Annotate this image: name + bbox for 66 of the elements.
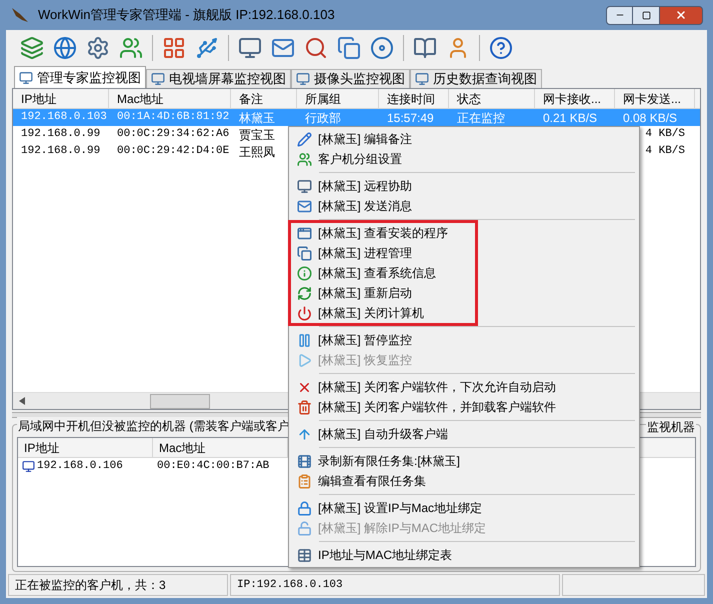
menu-item[interactable]: [林黛玉] 自动升级客户端: [291, 424, 639, 444]
menu-item[interactable]: 录制新有限任务集:[林黛玉]: [291, 451, 639, 471]
column-header[interactable]: 网卡发送...: [615, 89, 695, 108]
globe-icon[interactable]: [51, 34, 79, 62]
menu-item[interactable]: 客户机分组设置: [291, 149, 639, 169]
menu-item[interactable]: [林黛玉] 关闭客户端软件，下次允许自动启动: [291, 377, 639, 397]
menu-item[interactable]: [林黛玉] 重新启动: [291, 283, 475, 303]
status-text: 正在被监控的客户机，共：3: [8, 574, 228, 596]
menu-item[interactable]: [林黛玉] 发送消息: [291, 196, 639, 216]
lock-icon: [297, 500, 312, 516]
column-header[interactable]: IP地址: [18, 438, 153, 457]
column-header[interactable]: 所属组: [297, 89, 379, 108]
column-header[interactable]: 状态: [449, 89, 535, 108]
users-icon: [297, 152, 312, 166]
close-icon: [675, 9, 687, 21]
view-tab[interactable]: 历史数据查询视图: [410, 69, 542, 88]
help-icon[interactable]: [487, 34, 515, 62]
menu-item[interactable]: [林黛玉] 远程协助: [291, 176, 639, 196]
film-icon: [297, 454, 312, 468]
column-header[interactable]: 备注: [231, 89, 297, 108]
view-tab[interactable]: 管理专家监控视图: [14, 66, 146, 88]
close-button[interactable]: [659, 6, 703, 24]
column-header[interactable]: Mac地址: [109, 89, 231, 108]
refresh-icon: [297, 286, 312, 300]
column-header[interactable]: 连接时间: [379, 89, 449, 108]
menu-item[interactable]: [林黛玉] 暂停监控: [291, 330, 639, 350]
monitor-icon: [296, 72, 310, 86]
view-tab[interactable]: 电视墙屏幕监控视图: [146, 69, 291, 88]
view-tab[interactable]: 摄像头监控视图: [291, 69, 410, 88]
minimize-button[interactable]: [606, 6, 633, 24]
unlock-icon: [297, 520, 312, 536]
column-header[interactable]: IP地址: [13, 89, 109, 108]
menu-item[interactable]: [林黛玉] 设置IP与Mac地址绑定: [291, 498, 639, 518]
menu-item[interactable]: [林黛玉] 查看系统信息: [291, 263, 475, 283]
maximize-button[interactable]: [633, 6, 659, 24]
clipboard-icon: [297, 474, 312, 488]
menu-item[interactable]: [林黛玉] 关闭客户端软件，并卸载客户端软件: [291, 397, 639, 417]
column-header[interactable]: 网卡接收...: [535, 89, 615, 108]
table-cell: 192.168.0.106: [18, 458, 153, 475]
menu-item[interactable]: IP地址与MAC地址绑定表: [291, 545, 639, 565]
status-text: IP:192.168.0.103: [230, 574, 560, 596]
computer-icon: [22, 460, 35, 473]
info-icon: [297, 266, 312, 280]
window-icon: [297, 226, 312, 240]
menu-item[interactable]: [林黛玉] 编辑备注: [291, 129, 639, 149]
trash-icon: [297, 400, 312, 414]
window-title: WorkWin管理专家管理端 - 旗舰版 IP:192.168.0.103: [38, 6, 335, 24]
scrollbar-thumb[interactable]: [150, 394, 210, 408]
menu-item[interactable]: [林黛玉] 关闭计算机: [291, 303, 475, 323]
mail-icon: [297, 198, 312, 214]
menu-item[interactable]: 编辑查看有限任务集: [291, 471, 639, 491]
maximize-icon: [642, 10, 650, 20]
monitor-icon: [415, 72, 429, 86]
monitor-icon: [19, 70, 33, 84]
monitor-icon: [151, 72, 165, 86]
table-cell-text: 00:E0:4C:00:B7:AB: [156, 459, 270, 474]
table-icon: [297, 548, 312, 562]
power-icon: [297, 306, 312, 320]
monitor-icon: [297, 178, 312, 194]
menu-item[interactable]: [林黛玉] 查看安装的程序: [291, 223, 475, 243]
play-icon: [297, 352, 312, 368]
app-logo-icon: [10, 6, 30, 24]
pause-icon: [297, 332, 312, 348]
disc-icon[interactable]: [368, 34, 396, 62]
pencil-icon: [297, 132, 312, 146]
menu-item[interactable]: [林黛玉] 进程管理: [291, 243, 475, 263]
